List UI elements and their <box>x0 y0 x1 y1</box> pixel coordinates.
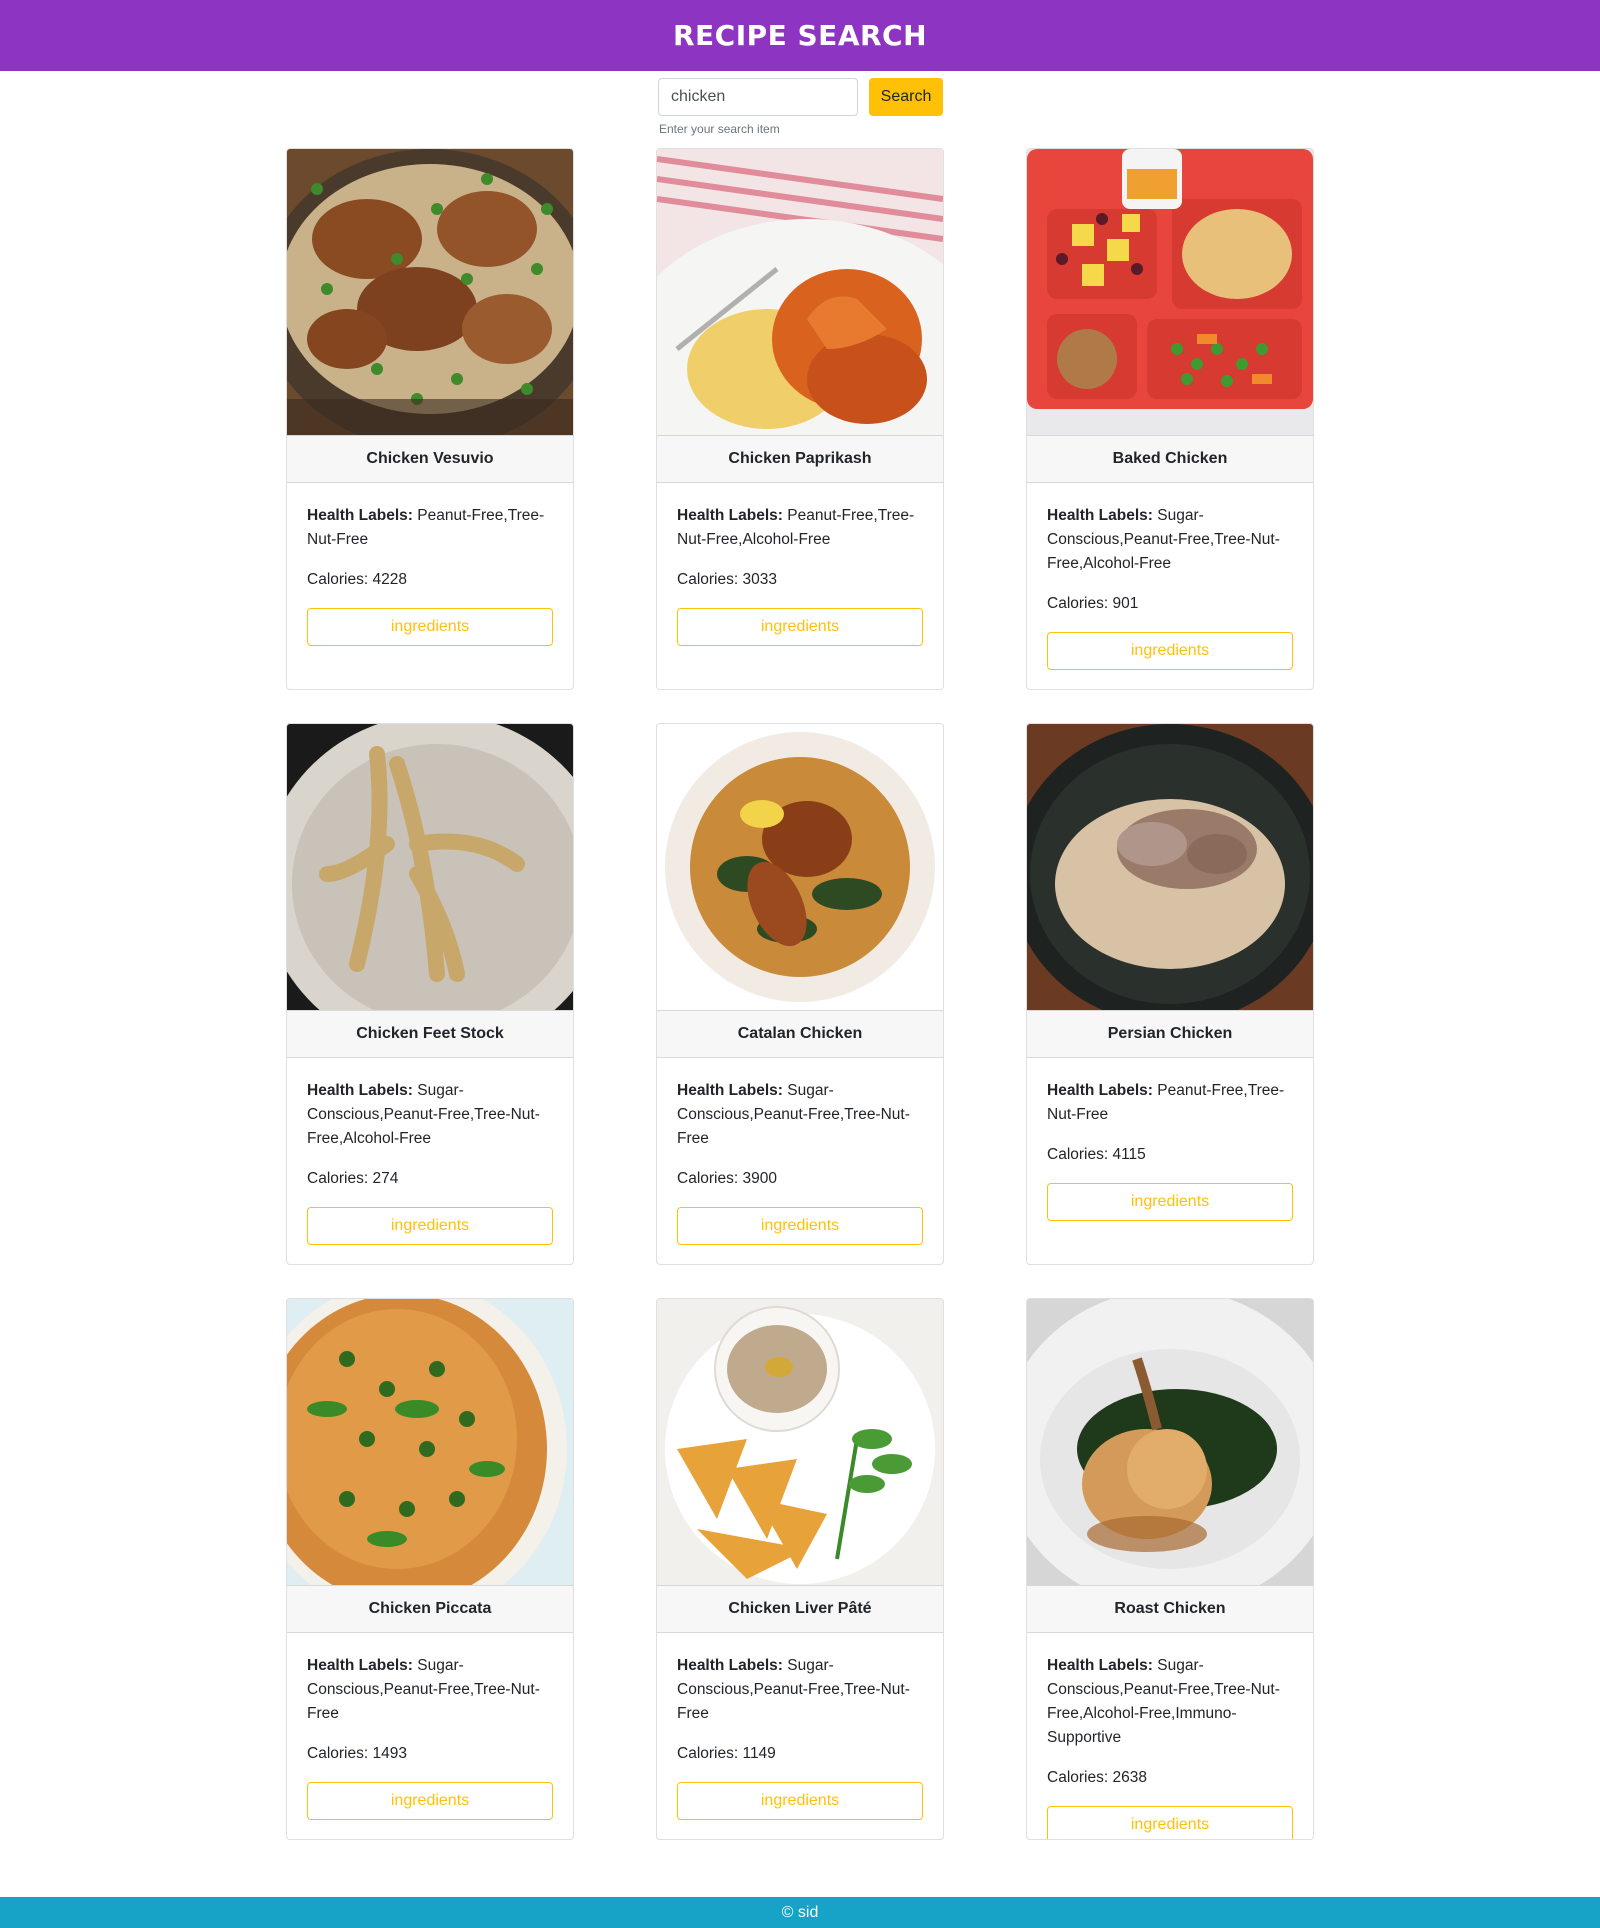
recipe-card: Chicken Vesuvio Health Labels: Peanut-Fr… <box>286 148 574 690</box>
recipe-card: Persian Chicken Health Labels: Peanut-Fr… <box>1026 723 1314 1265</box>
recipe-title: Baked Chicken <box>1027 435 1313 483</box>
calories-value: 1149 <box>742 1745 776 1762</box>
ingredients-button[interactable]: ingredients <box>1047 632 1293 670</box>
recipe-card: Chicken Liver Pâté Health Labels: Sugar-… <box>656 1298 944 1840</box>
calories-prefix: Calories: <box>677 1170 743 1187</box>
health-labels: Health Labels: Peanut-Free,Tree-Nut-Free <box>1047 1079 1293 1127</box>
recipe-title: Roast Chicken <box>1027 1585 1313 1633</box>
calories: Calories: 3033 <box>677 568 923 592</box>
chicken-liver-pate-photo <box>657 1299 943 1585</box>
calories-prefix: Calories: <box>307 571 373 588</box>
ingredients-button[interactable]: ingredients <box>307 1207 553 1245</box>
recipe-title: Chicken Paprikash <box>657 435 943 483</box>
calories: Calories: 901 <box>1047 592 1293 616</box>
recipe-card: Roast Chicken Health Labels: Sugar-Consc… <box>1026 1298 1314 1840</box>
calories: Calories: 274 <box>307 1167 553 1191</box>
footer: © sid <box>0 1897 1600 1928</box>
health-labels-prefix: Health Labels: <box>677 1657 783 1674</box>
chicken-piccata-photo <box>287 1299 573 1585</box>
calories-value: 901 <box>1112 595 1139 612</box>
health-labels: Health Labels: Sugar-Conscious,Peanut-Fr… <box>677 1079 923 1151</box>
calories: Calories: 3900 <box>677 1167 923 1191</box>
page-title: RECIPE SEARCH <box>672 19 928 52</box>
ingredients-button[interactable]: ingredients <box>307 1782 553 1820</box>
health-labels-prefix: Health Labels: <box>677 1082 783 1099</box>
calories: Calories: 4115 <box>1047 1143 1293 1167</box>
health-labels: Health Labels: Sugar-Conscious,Peanut-Fr… <box>1047 1654 1293 1750</box>
health-labels-prefix: Health Labels: <box>307 1082 413 1099</box>
calories-prefix: Calories: <box>1047 1769 1113 1786</box>
health-labels-prefix: Health Labels: <box>307 1657 413 1674</box>
recipe-card: Chicken Feet Stock Health Labels: Sugar-… <box>286 723 574 1265</box>
calories-prefix: Calories: <box>307 1745 373 1762</box>
recipe-card: Catalan Chicken Health Labels: Sugar-Con… <box>656 723 944 1265</box>
recipe-title: Catalan Chicken <box>657 1010 943 1058</box>
health-labels-prefix: Health Labels: <box>677 507 783 524</box>
persian-chicken-rice-photo <box>1027 724 1313 1010</box>
ingredients-button[interactable]: ingredients <box>1047 1183 1293 1221</box>
roast-chicken-photo <box>1027 1299 1313 1585</box>
search-button[interactable]: Search <box>869 78 943 116</box>
recipe-title: Persian Chicken <box>1027 1010 1313 1058</box>
calories: Calories: 1493 <box>307 1742 553 1766</box>
calories-value: 3900 <box>742 1170 777 1187</box>
chicken-feet-plate-photo <box>287 724 573 1010</box>
search-form: Search <box>658 78 943 116</box>
search-help-text: Enter your search item <box>659 122 780 136</box>
calories-value: 4228 <box>372 571 407 588</box>
calories: Calories: 1149 <box>677 1742 923 1766</box>
health-labels-prefix: Health Labels: <box>1047 1082 1153 1099</box>
ingredients-button[interactable]: ingredients <box>677 1782 923 1820</box>
search-input[interactable] <box>658 78 858 116</box>
health-labels-prefix: Health Labels: <box>307 507 413 524</box>
calories: Calories: 4228 <box>307 568 553 592</box>
calories-prefix: Calories: <box>677 1745 743 1762</box>
calories-value: 274 <box>372 1170 399 1187</box>
recipe-title: Chicken Vesuvio <box>287 435 573 483</box>
health-labels: Health Labels: Peanut-Free,Tree-Nut-Free <box>307 504 553 552</box>
health-labels-prefix: Health Labels: <box>1047 1657 1153 1674</box>
health-labels: Health Labels: Sugar-Conscious,Peanut-Fr… <box>307 1654 553 1726</box>
health-labels-prefix: Health Labels: <box>1047 507 1153 524</box>
ingredients-button[interactable]: ingredients <box>677 1207 923 1245</box>
catalan-chicken-bowl-photo <box>657 724 943 1010</box>
calories-prefix: Calories: <box>1047 1146 1113 1163</box>
chicken-vesuvio-photo <box>287 149 573 435</box>
calories-value: 4115 <box>1112 1146 1146 1163</box>
calories-value: 3033 <box>742 571 777 588</box>
app-header: RECIPE SEARCH <box>0 0 1600 71</box>
ingredients-button[interactable]: ingredients <box>1047 1806 1293 1839</box>
health-labels: Health Labels: Sugar-Conscious,Peanut-Fr… <box>307 1079 553 1151</box>
recipe-card: Baked Chicken Health Labels: Sugar-Consc… <box>1026 148 1314 690</box>
calories-value: 2638 <box>1112 1769 1147 1786</box>
baked-chicken-tray-photo <box>1027 149 1313 435</box>
calories-prefix: Calories: <box>307 1170 373 1187</box>
recipe-title: Chicken Liver Pâté <box>657 1585 943 1633</box>
calories-prefix: Calories: <box>677 571 743 588</box>
ingredients-button[interactable]: ingredients <box>677 608 923 646</box>
recipe-card: Chicken Piccata Health Labels: Sugar-Con… <box>286 1298 574 1840</box>
health-labels: Health Labels: Peanut-Free,Tree-Nut-Free… <box>677 504 923 552</box>
health-labels: Health Labels: Sugar-Conscious,Peanut-Fr… <box>1047 504 1293 576</box>
calories-prefix: Calories: <box>1047 595 1113 612</box>
recipe-card: Chicken Paprikash Health Labels: Peanut-… <box>656 148 944 690</box>
recipe-title: Chicken Piccata <box>287 1585 573 1633</box>
health-labels: Health Labels: Sugar-Conscious,Peanut-Fr… <box>677 1654 923 1726</box>
chicken-paprikash-photo <box>657 149 943 435</box>
ingredients-button[interactable]: ingredients <box>307 608 553 646</box>
recipe-title: Chicken Feet Stock <box>287 1010 573 1058</box>
calories-value: 1493 <box>372 1745 407 1762</box>
footer-text: © sid <box>781 1903 819 1921</box>
calories: Calories: 2638 <box>1047 1766 1293 1790</box>
